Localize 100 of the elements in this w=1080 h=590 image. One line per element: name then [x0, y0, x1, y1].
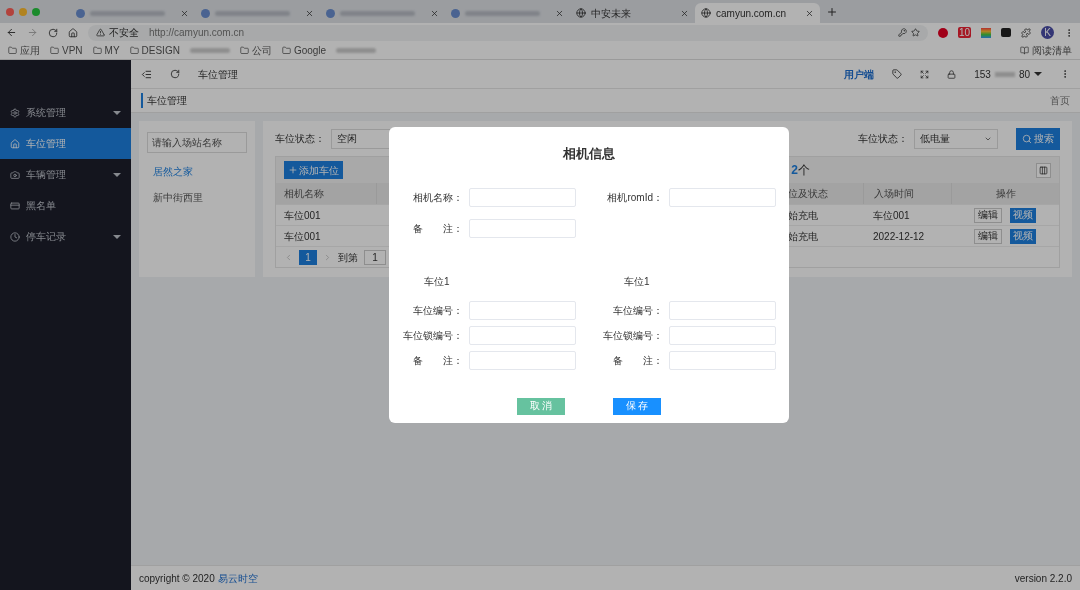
close-icon[interactable]	[680, 8, 689, 18]
edit-button[interactable]: 编辑	[974, 228, 1002, 244]
sidebar-item[interactable]: 停车记录	[0, 221, 131, 252]
input-field[interactable]	[469, 325, 576, 345]
station-item[interactable]: 新中街西里	[147, 190, 247, 205]
record-count: 2个	[791, 162, 810, 179]
favicon-icon	[326, 8, 335, 18]
filter-label: 车位状态：	[275, 132, 325, 146]
extension-icon[interactable]	[1001, 28, 1011, 37]
input-field[interactable]	[669, 325, 776, 345]
sidebar-item[interactable]: 系统管理	[0, 97, 131, 128]
column-header: 相机名称	[283, 187, 325, 201]
dialog-title: 相机信息	[562, 145, 616, 163]
folder-icon	[281, 46, 291, 55]
goto-label: 到第	[338, 250, 358, 265]
folder-icon	[50, 46, 59, 55]
input-field[interactable]	[669, 187, 776, 207]
globe-icon	[576, 8, 586, 18]
sidebar-item[interactable]: 车辆管理	[0, 159, 131, 190]
add-button[interactable]: 添加车位	[284, 161, 343, 179]
new-tab-icon[interactable]	[826, 6, 838, 18]
station-search-field[interactable]: 请输入场站名称	[147, 132, 247, 153]
caret-icon[interactable]	[1034, 72, 1042, 76]
profile-avatar[interactable]: K	[1041, 26, 1054, 39]
color-grid-icon[interactable]	[981, 27, 991, 38]
station-item[interactable]: 居然之家	[147, 164, 247, 179]
extensions-icon[interactable]	[1021, 27, 1031, 38]
input-field[interactable]	[469, 218, 576, 238]
video-button[interactable]: 视频	[1010, 228, 1036, 244]
reading-list[interactable]: 阅读清单	[1020, 43, 1072, 58]
table-cell-text: 始充电	[787, 208, 819, 223]
field-label: 车位锁编号：	[402, 328, 464, 343]
tab-title: 中安未来	[591, 6, 632, 21]
tab-title: camyun.com.cn	[716, 6, 788, 21]
close-icon[interactable]	[305, 8, 314, 18]
phone-number-start: 153	[974, 67, 991, 82]
table-cell-text: 车位001	[872, 208, 911, 223]
input-field[interactable]	[469, 350, 576, 370]
bookmark[interactable]: 应用	[8, 43, 40, 58]
column-settings-button[interactable]	[1036, 162, 1051, 178]
input-field[interactable]	[469, 187, 576, 207]
close-icon[interactable]	[430, 8, 439, 18]
browser-tab[interactable]: camyun.com.cn	[695, 3, 820, 23]
bookmark[interactable]: MY	[92, 43, 120, 58]
close-icon[interactable]	[180, 8, 189, 18]
key-icon[interactable]	[897, 28, 907, 37]
home-link[interactable]: 首页	[1050, 93, 1070, 108]
field-label: 相机romId：	[606, 190, 664, 205]
sidebar-item[interactable]: 黑名单	[0, 190, 131, 221]
page-input-field[interactable]: 1	[364, 249, 386, 265]
table-cell-text: 2022-12-12	[872, 229, 926, 244]
globe-icon	[701, 8, 711, 18]
status-select[interactable]: 低电量	[914, 128, 998, 149]
page-button[interactable]: 1	[299, 249, 317, 265]
version-text: version 2.2.0	[1014, 571, 1072, 586]
search-button[interactable]: 搜索	[1016, 127, 1060, 150]
field-label: 车位编号：	[612, 303, 664, 318]
close-icon[interactable]	[555, 8, 564, 18]
reload-icon[interactable]	[48, 27, 58, 38]
tag-icon[interactable]	[892, 69, 903, 79]
refresh-icon[interactable]	[170, 69, 180, 79]
table-cell-text: 车位001	[283, 229, 322, 244]
home-icon[interactable]	[68, 27, 78, 38]
bookmark[interactable]: DESIGN	[129, 43, 180, 58]
input-field[interactable]	[669, 350, 776, 370]
sidebar-item[interactable]: 车位管理	[0, 128, 131, 159]
card-icon	[10, 200, 20, 211]
column-header: 操作	[951, 183, 1059, 204]
edit-button[interactable]: 编辑	[974, 207, 1002, 223]
field-label: 车位编号：	[412, 303, 464, 318]
field-label: 车位锁编号：	[602, 328, 664, 343]
bookmark[interactable]: 公司	[239, 43, 272, 58]
table-cell-text: 始充电	[787, 229, 819, 244]
video-button[interactable]: 视频	[1010, 207, 1036, 223]
field-label: 备 注：	[412, 353, 464, 368]
address-bar[interactable]: 不安全 http://camyun.com.cn	[88, 24, 928, 41]
bookmark[interactable]: Google	[281, 43, 327, 58]
input-field[interactable]	[669, 300, 776, 320]
header-tab[interactable]: 车位管理	[198, 66, 238, 82]
column-header: 入场时间	[863, 183, 951, 204]
extension-badge[interactable]: 10	[957, 27, 971, 38]
input-field[interactable]	[469, 300, 576, 320]
lock-icon[interactable]	[947, 69, 957, 79]
gear-icon	[10, 107, 20, 118]
copyright-text: copyright © 2020 易云时空	[139, 571, 258, 586]
breadcrumb: 车位管理	[141, 93, 187, 108]
menu-icon[interactable]	[141, 68, 152, 80]
bookmark[interactable]: VPN	[50, 43, 83, 58]
bookmark-star-icon[interactable]	[910, 28, 920, 37]
folder-icon	[92, 46, 102, 55]
home-icon	[10, 138, 20, 149]
save-button[interactable]: 保 存	[613, 397, 661, 415]
close-icon[interactable]	[805, 8, 814, 18]
browser-tab[interactable]: 中安未来	[570, 3, 695, 23]
fullscreen-icon[interactable]	[920, 69, 930, 79]
user-link[interactable]: 用户端	[844, 66, 875, 82]
folder-icon	[129, 46, 139, 55]
back-icon[interactable]	[6, 27, 17, 38]
plus-icon	[288, 165, 298, 175]
forward-icon[interactable]	[27, 27, 38, 38]
